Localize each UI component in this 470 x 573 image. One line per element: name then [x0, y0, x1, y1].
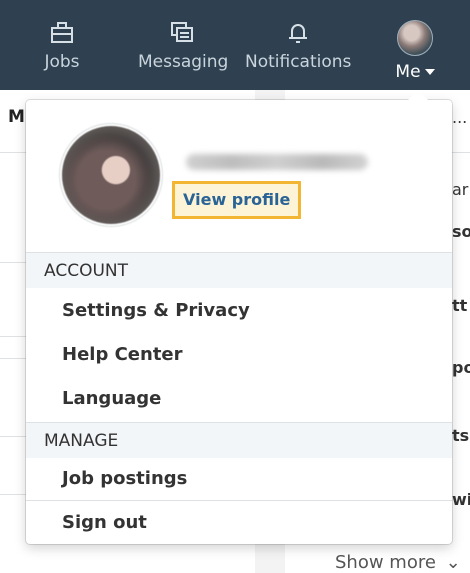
background-divider [0, 336, 26, 337]
messaging-icon [171, 22, 193, 42]
nav-jobs-label: Jobs [44, 52, 80, 72]
nav-jobs[interactable]: Jobs [40, 20, 84, 72]
top-nav-bar: Jobs Messaging Notifications Me [0, 0, 470, 90]
account-section-header: ACCOUNT [26, 252, 452, 288]
bell-icon [289, 24, 307, 43]
settings-privacy-item[interactable]: Settings & Privacy [62, 300, 250, 321]
caret-down-icon [424, 69, 435, 75]
nav-me[interactable]: Me [392, 20, 438, 82]
background-snippet: ar [452, 180, 469, 199]
background-divider [0, 358, 26, 359]
nav-me-label-wrap: Me [392, 62, 438, 82]
profile-name-redacted [186, 154, 368, 170]
background-snippet: tt [452, 296, 468, 315]
background-divider [0, 436, 26, 437]
background-divider [0, 262, 26, 263]
background-snippet: so [452, 222, 470, 241]
background-snippet: wi [452, 490, 470, 509]
chevron-down-icon: ⌄ [445, 552, 461, 573]
nav-notifications-label: Notifications [245, 52, 352, 72]
background-heading: M [8, 107, 25, 127]
menu-divider [26, 500, 452, 501]
show-more-link[interactable]: Show more ⌄ [335, 552, 461, 573]
profile-photo[interactable] [62, 126, 160, 224]
sign-out-item[interactable]: Sign out [62, 512, 147, 533]
nav-messaging-label: Messaging [138, 52, 229, 72]
background-snippet: ts [452, 426, 470, 445]
avatar [397, 20, 433, 56]
nav-messaging[interactable]: Messaging [138, 20, 229, 72]
show-more-label: Show more [335, 552, 436, 573]
language-item[interactable]: Language [62, 388, 161, 409]
background-snippet: po [452, 358, 470, 377]
background-snippet: ... [452, 108, 468, 127]
manage-section-header: MANAGE [26, 422, 452, 458]
me-dropdown-menu: View profile ACCOUNT Settings & Privacy … [26, 90, 452, 544]
background-divider [0, 494, 26, 495]
nav-me-label: Me [395, 62, 421, 82]
briefcase-icon [51, 22, 73, 43]
nav-notifications[interactable]: Notifications [245, 20, 351, 72]
help-center-item[interactable]: Help Center [62, 344, 183, 365]
job-postings-item[interactable]: Job postings [62, 468, 187, 489]
view-profile-link[interactable]: View profile [172, 181, 302, 219]
